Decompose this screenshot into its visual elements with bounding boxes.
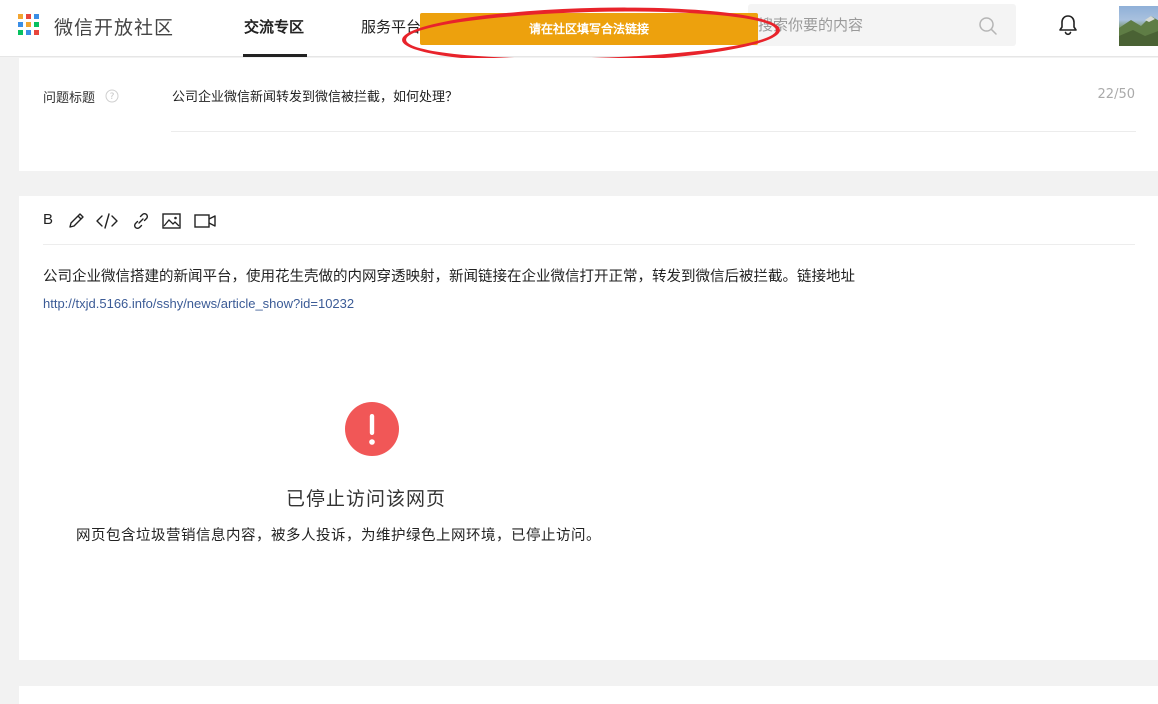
pen-icon[interactable] [65, 210, 89, 232]
search-input[interactable] [748, 4, 968, 46]
question-title-input[interactable] [172, 80, 1072, 110]
bold-button[interactable]: B [43, 211, 53, 228]
active-tab-indicator [243, 54, 307, 57]
svg-text:?: ? [110, 92, 115, 102]
blocked-page-description: 网页包含垃圾营销信息内容，被多人投诉，为维护绿色上网环境，已停止访问。 [76, 528, 601, 544]
user-avatar[interactable] [1119, 6, 1158, 46]
warning-toast: 请在社区填写合法链接 [420, 13, 758, 45]
exclamation-icon [369, 414, 375, 445]
avatar-landscape-image [1119, 16, 1158, 46]
article-link[interactable]: http://txjd.5166.info/sshy/news/article_… [43, 296, 354, 311]
title-char-counter: 22/50 [1097, 87, 1135, 102]
site-name[interactable]: 微信开放社区 [54, 13, 174, 40]
blocked-page-title: 已停止访问该网页 [286, 488, 447, 510]
search-icon[interactable] [978, 16, 998, 36]
title-input-underline [171, 131, 1136, 132]
question-title-label: 问题标题 [43, 91, 96, 106]
nav-tab-services[interactable]: 服务平台 [361, 16, 421, 37]
wechat-community-logo-icon[interactable] [18, 14, 46, 40]
image-icon[interactable] [160, 210, 184, 232]
question-body-editor: B 公司企业微信搭建的新闻平台，使用花生壳做的内网穿透映射，新闻链接在企业微信打… [19, 196, 1158, 660]
help-icon[interactable]: ? [105, 89, 119, 103]
next-section-card [19, 686, 1158, 704]
toolbar-divider [43, 244, 1135, 245]
question-title-card: 问题标题 ? 22/50 [19, 58, 1158, 171]
notification-bell-icon[interactable] [1056, 13, 1080, 37]
link-icon[interactable] [129, 210, 153, 232]
question-body-text[interactable]: 公司企业微信搭建的新闻平台，使用花生壳做的内网穿透映射，新闻链接在企业微信打开正… [43, 265, 855, 286]
video-icon[interactable] [193, 210, 217, 232]
nav-tab-community[interactable]: 交流专区 [244, 16, 304, 37]
code-icon[interactable] [95, 210, 119, 232]
blocked-warning-icon [345, 402, 399, 456]
search-box [748, 4, 1016, 46]
